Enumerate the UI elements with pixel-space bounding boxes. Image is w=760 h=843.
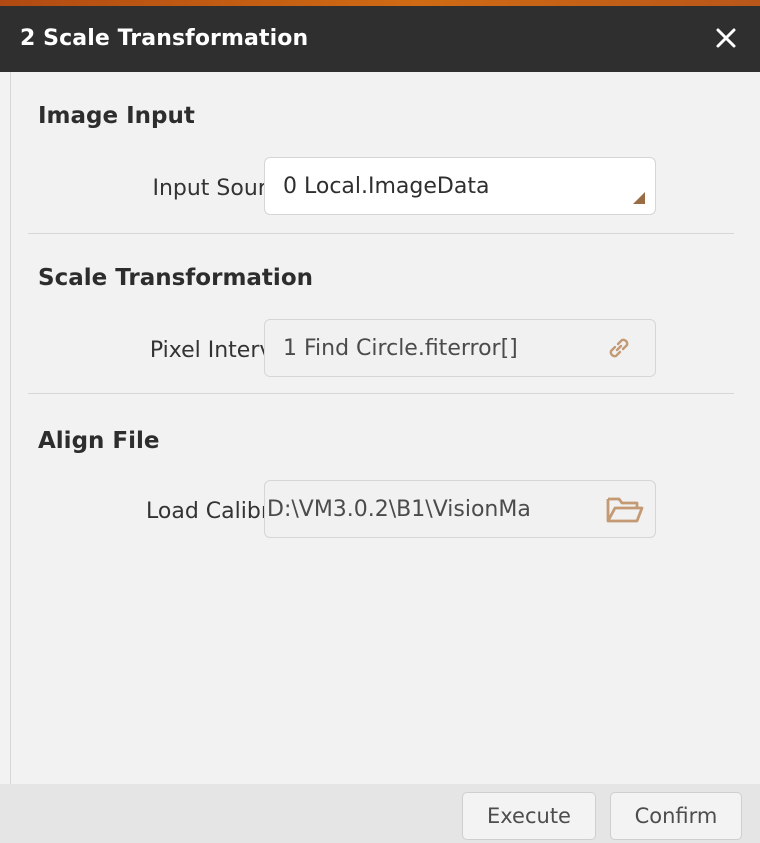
left-border bbox=[10, 72, 11, 784]
input-source-label: Input Source bbox=[152, 176, 292, 201]
section-title-align-file: Align File bbox=[38, 428, 160, 454]
folder-icon[interactable] bbox=[605, 493, 645, 525]
pixel-interval-field[interactable]: 1 Find Circle.fiterror[] bbox=[264, 319, 656, 377]
close-icon bbox=[716, 28, 736, 48]
load-calibration-label: Load Calibrat bbox=[146, 499, 292, 524]
section-title-scale-transformation: Scale Transformation bbox=[38, 265, 313, 291]
close-button[interactable] bbox=[708, 20, 744, 56]
divider-1 bbox=[28, 233, 734, 234]
pixel-interval-label: Pixel Interval bbox=[149, 338, 292, 363]
confirm-button[interactable]: Confirm bbox=[610, 792, 742, 840]
title-bar: 2 Scale Transformation bbox=[0, 6, 760, 72]
dropdown-corner-icon bbox=[633, 192, 645, 204]
input-source-value: 0 Local.ImageData bbox=[283, 174, 490, 199]
load-calibration-path: D:\VM3.0.2\B1\VisionMa bbox=[267, 497, 531, 522]
link-icon[interactable] bbox=[605, 334, 633, 362]
input-source-dropdown[interactable]: 0 Local.ImageData bbox=[264, 157, 656, 215]
section-title-image-input: Image Input bbox=[38, 103, 195, 129]
window-title: 2 Scale Transformation bbox=[20, 26, 309, 51]
divider-2 bbox=[28, 393, 734, 394]
pixel-interval-value: 1 Find Circle.fiterror[] bbox=[283, 336, 518, 361]
load-calibration-field[interactable]: D:\VM3.0.2\B1\VisionMa bbox=[264, 480, 656, 538]
execute-button[interactable]: Execute bbox=[462, 792, 596, 840]
